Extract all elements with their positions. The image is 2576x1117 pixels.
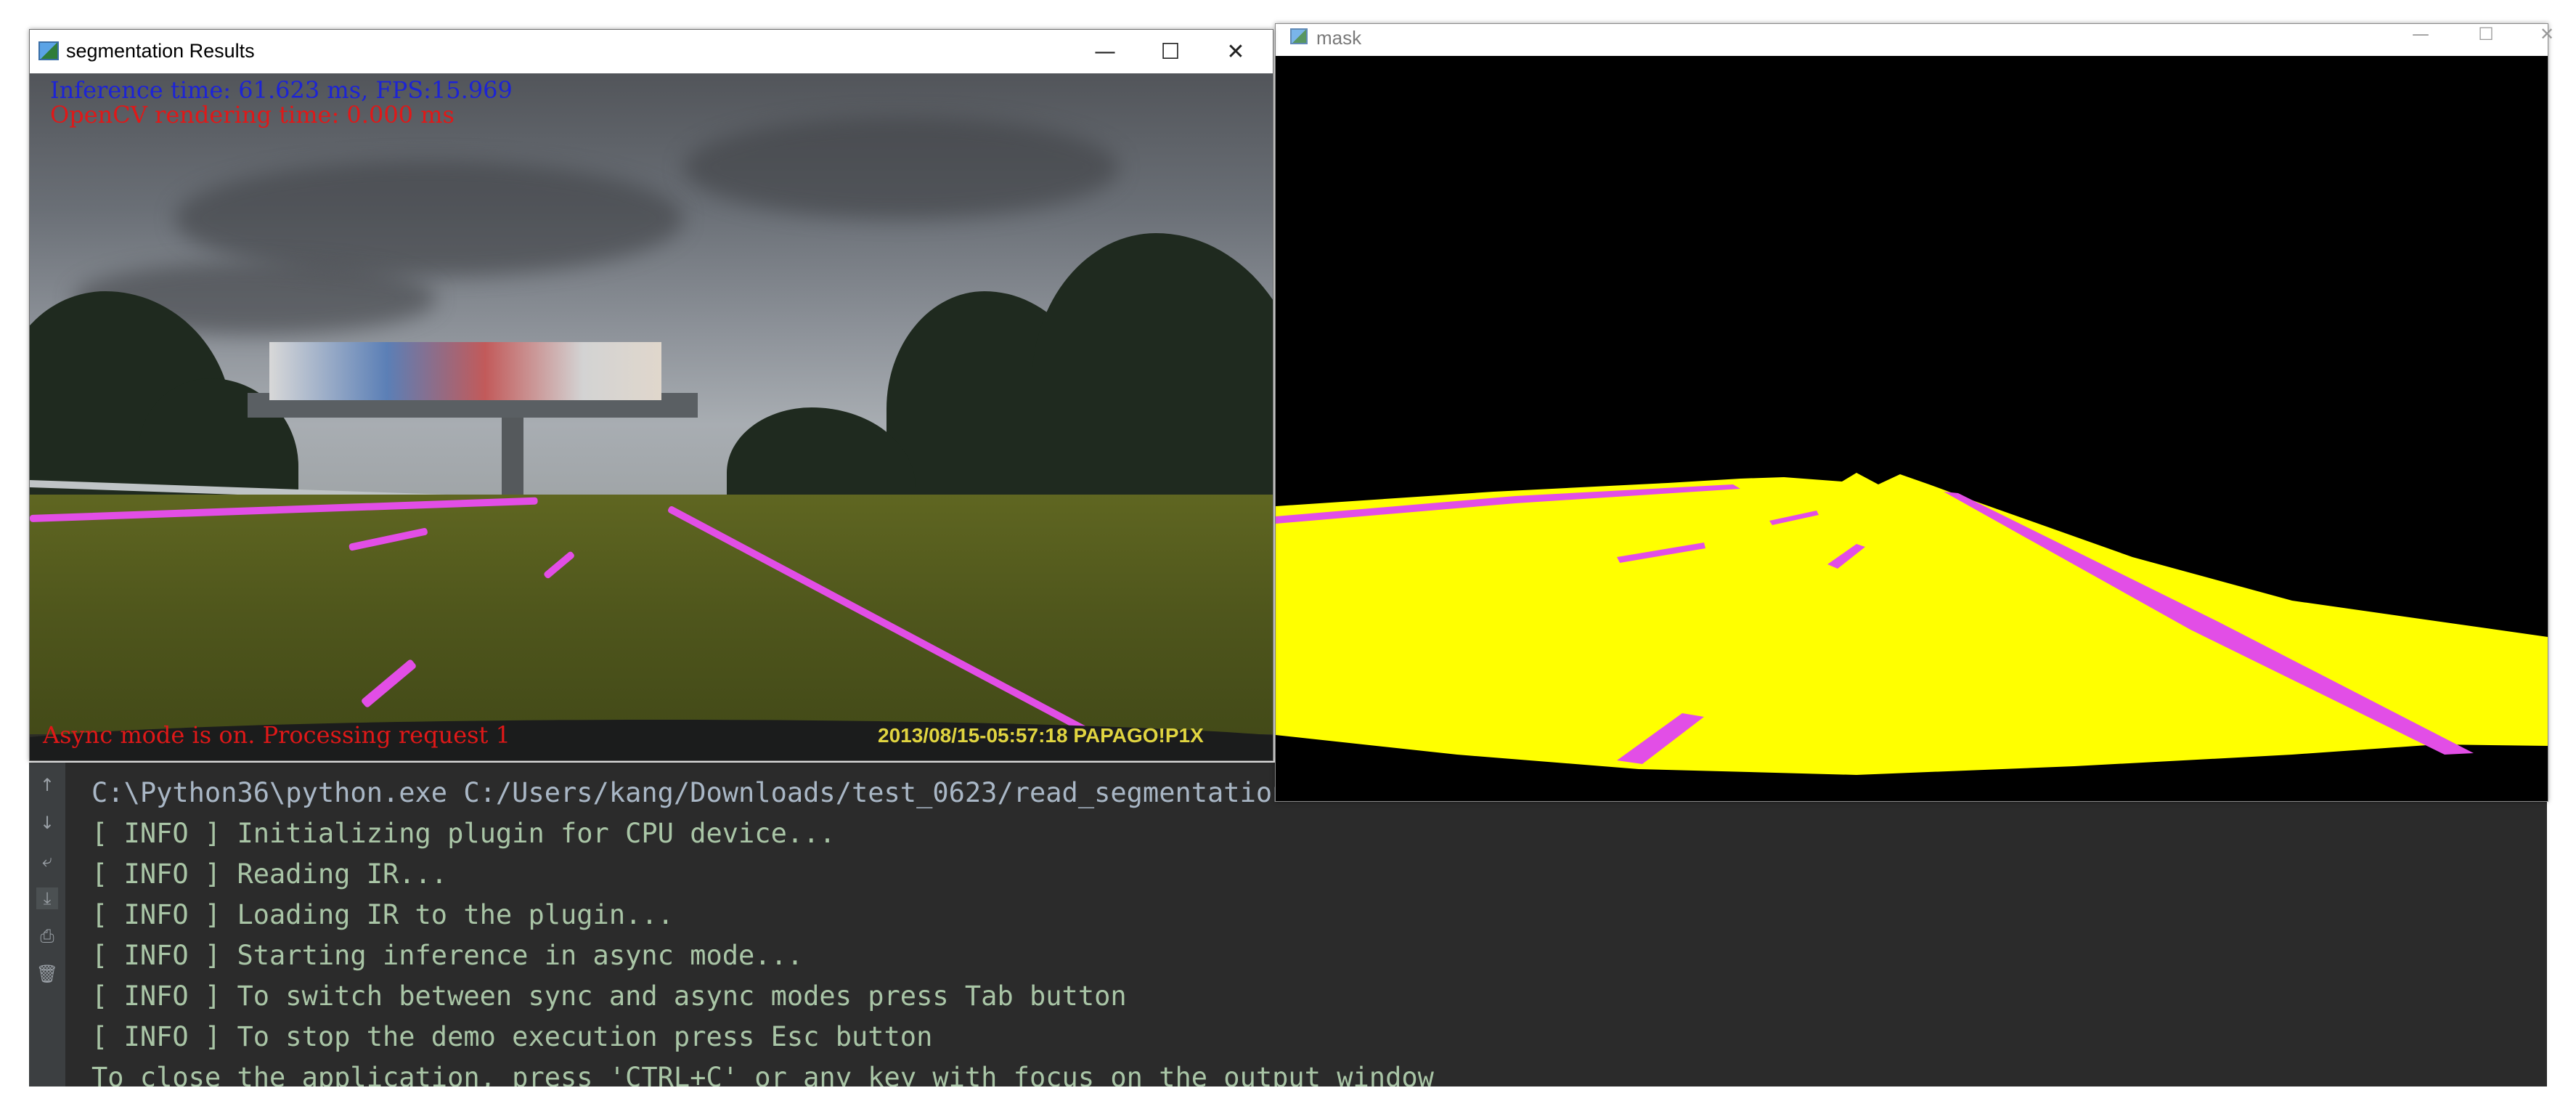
inference-time-label: Inference time: 61.623 ms, FPS:15.969 [50,76,513,104]
mask-titlebar[interactable]: mask — ☐ ✕ [1276,24,2554,56]
mask-window-title: mask [1316,27,1362,49]
console-line: [ INFO ] To stop the demo execution pres… [91,1021,933,1052]
frame-cloud [175,161,683,277]
maximize-button[interactable]: ☐ [2453,18,2519,50]
maximize-button[interactable]: ☐ [1138,30,1203,73]
scroll-to-end-icon[interactable]: ⤓ [36,887,58,909]
opencv-window-icon [38,41,59,60]
close-button[interactable]: ✕ [1203,30,1268,73]
console-line: [ INFO ] Reading IR... [91,858,448,890]
camera-timestamp: 2013/08/15-05:57:18 PAPAGO!P1X [878,724,1204,747]
close-button[interactable]: ✕ [2514,18,2576,50]
opencv-window-icon [1290,28,1308,44]
console-toolbar: ↑ ↓ ⤶ ⤓ ⎙ 🗑 [29,763,65,1086]
trash-icon[interactable]: 🗑 [36,963,58,985]
segmentation-video-frame: Inference time: 61.623 ms, FPS:15.969 Op… [30,73,1273,760]
console-line: [ INFO ] Starting inference in async mod… [91,940,804,971]
console-output: C:\Python36\python.exe C:/Users/kang/Dow… [91,773,2547,1086]
mask-road-region [1276,473,2548,775]
print-icon[interactable]: ⎙ [36,925,58,947]
frame-cloud [683,117,1119,219]
frame-road-segmentation [30,495,1273,734]
results-window-title: segmentation Results [66,40,255,62]
frame-overpass-pillar [502,418,523,505]
minimize-button[interactable]: — [1072,30,1138,73]
opencv-render-time-label: OpenCV rendering time: 0.000 ms [50,101,455,129]
console-line: [ INFO ] Initializing plugin for CPU dev… [91,818,836,849]
arrow-up-icon[interactable]: ↑ [36,774,58,796]
segmentation-results-window[interactable]: segmentation Results — ☐ ✕ Inference tim… [29,29,1273,761]
minimize-button[interactable]: — [2388,18,2453,50]
soft-wrap-icon[interactable]: ⤶ [36,850,58,872]
arrow-down-icon[interactable]: ↓ [36,812,58,834]
run-console[interactable]: ↑ ↓ ⤶ ⤓ ⎙ 🗑 C:\Python36\python.exe C:/Us… [29,763,2547,1086]
console-line: To close the application, press 'CTRL+C'… [91,1062,1434,1086]
async-status-label: Async mode is on. Processing request 1 [43,721,510,749]
mask-image [1276,56,2548,801]
frame-billboard [269,342,661,400]
mask-window[interactable]: mask — ☐ ✕ [1275,23,2554,802]
results-titlebar[interactable]: segmentation Results — ☐ ✕ [30,30,1273,73]
console-line: [ INFO ] Loading IR to the plugin... [91,899,674,930]
console-line: [ INFO ] To switch between sync and asyn… [91,980,1127,1012]
